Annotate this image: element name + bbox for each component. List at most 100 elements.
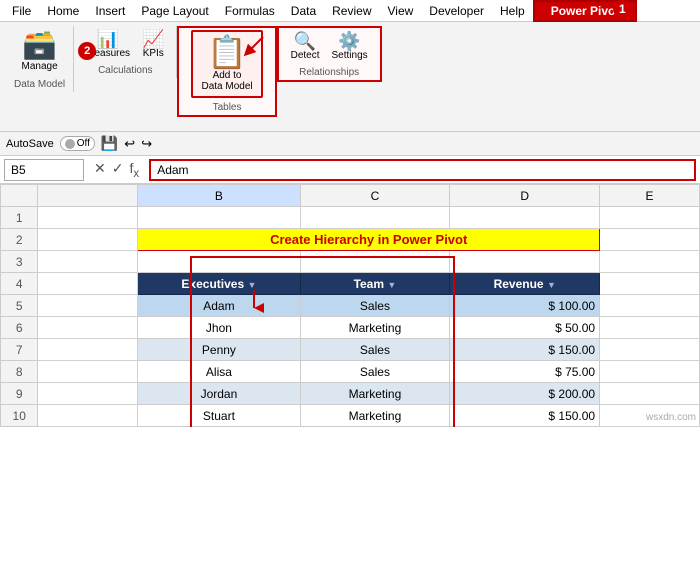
menu-view[interactable]: View [380, 2, 422, 20]
cell-b10-exec[interactable]: Stuart [138, 405, 300, 427]
name-box[interactable] [4, 159, 84, 181]
cell-a9[interactable] [38, 383, 138, 405]
cell-e9[interactable] [600, 383, 700, 405]
menu-home[interactable]: Home [39, 2, 87, 20]
save-icon[interactable]: 💾 [101, 135, 118, 152]
cell-e3[interactable] [600, 251, 700, 273]
menu-bar: File Home Insert Page Layout Formulas Da… [0, 0, 700, 22]
cell-d7-rev[interactable]: $ 150.00 [450, 339, 600, 361]
menu-review[interactable]: Review [324, 2, 379, 20]
manage-icon: 🗃️ [22, 31, 57, 59]
row-num-10: 10 [1, 405, 38, 427]
cell-b6-exec[interactable]: Jhon [138, 317, 300, 339]
settings-button[interactable]: ⚙️ Settings [328, 30, 372, 63]
row-num-2: 2 [1, 229, 38, 251]
cell-d3[interactable] [450, 251, 600, 273]
autosave-toggle[interactable]: Off [60, 136, 95, 151]
cell-c5-team[interactable]: Sales [300, 295, 450, 317]
title-cell[interactable]: Create Hierarchy in Power Pivot [138, 229, 600, 251]
cell-c3[interactable] [300, 251, 450, 273]
cell-a6[interactable] [38, 317, 138, 339]
cell-a5[interactable] [38, 295, 138, 317]
col-header-e[interactable]: E [600, 185, 700, 207]
cell-a4[interactable] [38, 273, 138, 295]
autosave-toolbar: AutoSave Off 💾 ↩ ↪ [0, 132, 700, 156]
cell-b5-exec[interactable]: Adam [138, 295, 300, 317]
col-header-b[interactable]: B [138, 185, 300, 207]
team-label: Team [354, 277, 384, 291]
manage-button[interactable]: 🗃️ Manage [17, 28, 63, 75]
cell-d1[interactable] [450, 207, 600, 229]
cancel-formula-icon[interactable]: ✕ [94, 160, 106, 180]
cell-e2[interactable] [600, 229, 700, 251]
cell-e6[interactable] [600, 317, 700, 339]
cell-e7[interactable] [600, 339, 700, 361]
header-revenue[interactable]: Revenue ▼ [450, 273, 600, 295]
kpis-icon: 📈 [142, 30, 164, 48]
table-row-5: 5 Adam Sales $ 100.00 [1, 295, 700, 317]
menu-formulas[interactable]: Formulas [217, 2, 283, 20]
cell-c9-team[interactable]: Marketing [300, 383, 450, 405]
detect-button[interactable]: 🔍 Detect [287, 30, 324, 63]
menu-data[interactable]: Data [283, 2, 324, 20]
menu-insert[interactable]: Insert [87, 2, 133, 20]
col-header-d[interactable]: D [450, 185, 600, 207]
insert-function-icon[interactable]: fx [129, 160, 139, 180]
revenue-filter-icon[interactable]: ▼ [547, 280, 556, 290]
cell-a3[interactable] [38, 251, 138, 273]
menu-power-pivot[interactable]: Power Pivot 1 [533, 0, 638, 22]
cell-a2[interactable] [38, 229, 138, 251]
table-row-8: 8 Alisa Sales $ 75.00 [1, 361, 700, 383]
cell-c8-team[interactable]: Sales [300, 361, 450, 383]
cell-d9-rev[interactable]: $ 200.00 [450, 383, 600, 405]
add-to-data-model-label: Add to Data Model [201, 70, 252, 92]
cell-e8[interactable] [600, 361, 700, 383]
circle1-badge: 1 [605, 0, 639, 20]
dollar-sign-8: $ [555, 365, 565, 379]
cell-d8-rev[interactable]: $ 75.00 [450, 361, 600, 383]
cell-c10-team[interactable]: Marketing [300, 405, 450, 427]
row-num-8: 8 [1, 361, 38, 383]
menu-developer[interactable]: Developer [421, 2, 492, 20]
cell-d5-rev[interactable]: $ 100.00 [450, 295, 600, 317]
cell-e4[interactable] [600, 273, 700, 295]
kpis-label: KPIs [143, 48, 164, 59]
cell-a7[interactable] [38, 339, 138, 361]
table-row-7: 7 Penny Sales $ 150.00 [1, 339, 700, 361]
cell-e1[interactable] [600, 207, 700, 229]
cell-b7-exec[interactable]: Penny [138, 339, 300, 361]
cell-b3[interactable] [138, 251, 300, 273]
row-num-7: 7 [1, 339, 38, 361]
table-row-headers: 4 Executives ▼ Team ▼ Revenue ▼ [1, 273, 700, 295]
kpis-button[interactable]: 📈 KPIs [138, 28, 168, 61]
spreadsheet-table: B C D E 1 2 Create Hierarchy in Power Pi… [0, 184, 700, 427]
dollar-sign-5: $ [548, 299, 558, 313]
team-filter-icon[interactable]: ▼ [387, 280, 396, 290]
header-executives[interactable]: Executives ▼ [138, 273, 300, 295]
cell-b9-exec[interactable]: Jordan [138, 383, 300, 405]
undo-button[interactable]: ↩ [124, 136, 135, 152]
cell-b8-exec[interactable]: Alisa [138, 361, 300, 383]
confirm-formula-icon[interactable]: ✓ [112, 160, 124, 180]
header-team[interactable]: Team ▼ [300, 273, 450, 295]
cell-c1[interactable] [300, 207, 450, 229]
redo-button[interactable]: ↪ [141, 136, 152, 152]
executives-filter-icon[interactable]: ▼ [247, 280, 256, 290]
col-header-row [38, 185, 138, 207]
cell-d10-rev[interactable]: $ 150.00 [450, 405, 600, 427]
formula-box[interactable]: Adam [149, 159, 696, 181]
cell-d6-rev[interactable]: $ 50.00 [450, 317, 600, 339]
cell-c6-team[interactable]: Marketing [300, 317, 450, 339]
cell-c7-team[interactable]: Sales [300, 339, 450, 361]
table-row-6: 6 Jhon Marketing $ 50.00 [1, 317, 700, 339]
menu-help[interactable]: Help [492, 2, 533, 20]
col-header-c[interactable]: C [300, 185, 450, 207]
cell-a8[interactable] [38, 361, 138, 383]
cell-b1[interactable] [138, 207, 300, 229]
cell-e5[interactable] [600, 295, 700, 317]
row-num-6: 6 [1, 317, 38, 339]
cell-a10[interactable] [38, 405, 138, 427]
menu-page-layout[interactable]: Page Layout [133, 2, 216, 20]
menu-file[interactable]: File [4, 2, 39, 20]
cell-a1[interactable] [38, 207, 138, 229]
